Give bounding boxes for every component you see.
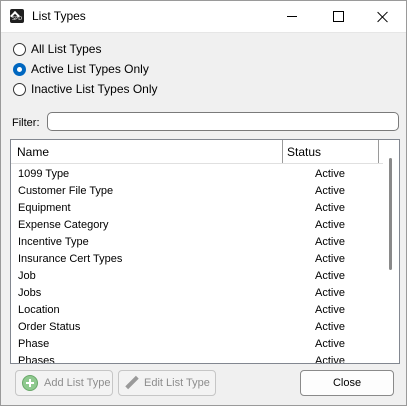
row-name: Customer File Type <box>18 185 114 197</box>
radio-active-list-types-only[interactable]: Active List Types Only <box>13 61 149 77</box>
column-header-name[interactable]: Name <box>17 145 49 159</box>
row-status: Active <box>315 355 345 364</box>
minimize-icon <box>287 16 297 17</box>
list-row[interactable]: Expense Category Active <box>11 217 383 234</box>
list-rows: 1099 Type Active Customer File Type Active E… <box>11 166 383 364</box>
row-name: Order Status <box>18 321 81 333</box>
maximize-icon <box>332 11 344 22</box>
row-name: Expense Category <box>18 219 109 231</box>
filter-label: Filter: <box>12 117 40 129</box>
radio-circle[interactable] <box>13 82 26 96</box>
filter-input[interactable] <box>47 112 399 131</box>
close-window-button[interactable] <box>360 1 406 32</box>
list-row[interactable]: Job Active <box>11 268 383 285</box>
row-status: Active <box>315 185 345 197</box>
row-status: Active <box>315 321 345 333</box>
radio-circle[interactable] <box>13 42 26 56</box>
row-name: Job <box>18 270 36 282</box>
row-status: Active <box>315 253 345 265</box>
row-name: Phases <box>18 355 55 364</box>
list-row[interactable]: Customer File Type Active <box>11 183 383 200</box>
list-types-window: SPD List Types All List Types Active Lis… <box>0 0 407 406</box>
row-name: Phase <box>18 338 50 350</box>
row-name: 1099 Type <box>18 168 70 180</box>
radio-label: All List Types <box>31 42 102 56</box>
row-status: Active <box>315 202 345 214</box>
title-bar: SPD List Types <box>1 1 406 33</box>
row-status: Active <box>315 338 345 350</box>
list-row[interactable]: Insurance Cert Types Active <box>11 251 383 268</box>
close-label: Close <box>332 377 362 389</box>
list-row[interactable]: Equipment Active <box>11 200 383 217</box>
radio-label: Inactive List Types Only <box>31 82 158 96</box>
row-name: Incentive Type <box>18 236 89 248</box>
column-header-status[interactable]: Status <box>287 145 321 159</box>
radio-circle-selected[interactable] <box>13 62 26 76</box>
radio-label: Active List Types Only <box>31 62 149 76</box>
row-name: Insurance Cert Types <box>18 253 123 265</box>
vertical-scrollbar[interactable] <box>384 140 399 363</box>
row-status: Active <box>315 236 345 248</box>
column-divider[interactable] <box>282 140 283 163</box>
edit-list-type-label: Edit List Type <box>144 377 210 389</box>
radio-all-list-types[interactable]: All List Types <box>13 41 101 57</box>
list-row[interactable]: 1099 Type Active <box>11 166 383 183</box>
window-title: List Types <box>32 9 86 23</box>
list-types-listview[interactable]: Name Status 1099 Type Active Customer File… <box>10 139 400 364</box>
list-row[interactable]: Location Active <box>11 302 383 319</box>
list-row[interactable]: Jobs Active <box>11 285 383 302</box>
column-divider[interactable] <box>378 140 379 163</box>
app-icon-text: SPD <box>12 16 23 22</box>
row-name: Jobs <box>18 287 42 299</box>
row-status: Active <box>315 304 345 316</box>
close-button[interactable]: Close <box>300 370 394 396</box>
row-status: Active <box>315 287 345 299</box>
row-status: Active <box>315 219 345 231</box>
list-row[interactable]: Phase Active <box>11 336 383 353</box>
add-list-type-button[interactable]: Add List Type <box>15 370 113 396</box>
pencil-icon <box>124 375 140 391</box>
close-icon <box>377 11 389 23</box>
list-row[interactable]: Incentive Type Active <box>11 234 383 251</box>
row-name: Location <box>18 304 60 316</box>
add-plus-icon <box>22 375 38 391</box>
list-header: Name Status <box>11 140 383 164</box>
row-status: Active <box>315 270 345 282</box>
list-row[interactable]: Phases Active <box>11 353 383 364</box>
edit-list-type-button[interactable]: Edit List Type <box>118 370 216 396</box>
maximize-button[interactable] <box>315 1 361 32</box>
add-list-type-label: Add List Type <box>44 377 111 389</box>
row-status: Active <box>315 168 345 180</box>
app-emblem-icon: SPD <box>10 9 24 23</box>
scrollbar-thumb[interactable] <box>389 158 392 270</box>
minimize-button[interactable] <box>269 1 315 32</box>
list-row[interactable]: Order Status Active <box>11 319 383 336</box>
radio-inactive-list-types-only[interactable]: Inactive List Types Only <box>13 81 158 97</box>
row-name: Equipment <box>18 202 71 214</box>
